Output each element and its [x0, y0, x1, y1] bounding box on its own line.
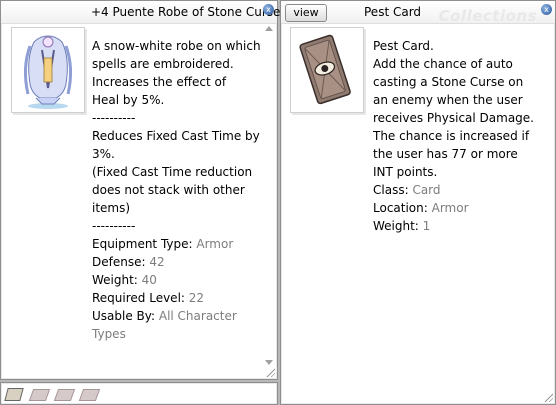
property-label: Location:: [373, 201, 432, 215]
description-line: items): [92, 201, 131, 215]
property-label: Defense:: [92, 255, 150, 269]
property-location: Location: Armor: [373, 199, 534, 217]
view-button[interactable]: view: [285, 4, 327, 22]
property-value: 42: [149, 255, 165, 269]
description-line: spells are embroidered.: [92, 57, 234, 71]
robe-icon: [23, 35, 73, 109]
close-icon[interactable]: x: [263, 4, 274, 15]
property-value: Card: [412, 183, 441, 197]
card-window-titlebar[interactable]: view Collections Pest Card x: [281, 1, 555, 25]
empty-card-slot[interactable]: [53, 389, 76, 401]
property-equipment-type: Equipment Type: Armor: [92, 235, 261, 253]
pest-card-icon: [299, 34, 351, 105]
property-value: Types: [92, 327, 126, 341]
property-value: Armor: [196, 237, 234, 251]
property-value: All Character: [158, 309, 237, 323]
description-line: an enemy when the user: [373, 93, 523, 107]
description-line: Heal by 5%.: [92, 93, 165, 107]
description-line: The chance is increased if: [373, 129, 530, 143]
item-window-titlebar[interactable]: +4 Puente Robe of Stone Curse x: [1, 1, 281, 24]
property-label: Class:: [373, 183, 413, 197]
description-line: receives Physical Damage.: [373, 111, 534, 125]
property-label: Usable By:: [92, 309, 159, 323]
card-info-window: view Collections Pest Card x Pest Card. …: [280, 0, 556, 405]
description-line: does not stack with other: [92, 183, 245, 197]
empty-card-slot[interactable]: [78, 389, 101, 401]
description-line: the user has 77 or more: [373, 147, 518, 161]
property-usable-by-cont: Types: [92, 325, 261, 343]
property-class: Class: Card: [373, 181, 534, 199]
close-icon[interactable]: x: [541, 4, 552, 15]
description-line: casting a Stone Curse on: [373, 75, 524, 89]
description-line: Reduces Fixed Cast Time by: [92, 129, 260, 143]
property-label: Equipment Type:: [92, 237, 197, 251]
separator-line: ----------: [92, 111, 136, 125]
property-weight: Weight: 1: [373, 217, 534, 235]
property-value: Armor: [431, 201, 469, 215]
property-weight: Weight: 40: [92, 271, 261, 289]
description-line: INT points.: [373, 165, 438, 179]
resize-grip-icon[interactable]: [543, 392, 553, 402]
resize-grip-icon[interactable]: [265, 367, 275, 377]
card-illustration: [290, 27, 364, 113]
card-description: Pest Card. Add the chance of auto castin…: [373, 37, 534, 235]
property-defense: Defense: 42: [92, 253, 261, 271]
empty-card-slot[interactable]: [28, 389, 51, 401]
property-usable-by: Usable By: All Character: [92, 307, 261, 325]
scroll-down-arrow[interactable]: [265, 360, 273, 365]
property-value: 40: [141, 273, 157, 287]
description-line: 3%.: [92, 147, 115, 161]
card-slot-bar: [0, 382, 278, 405]
property-required-level: Required Level: 22: [92, 289, 261, 307]
property-value: 22: [188, 291, 205, 305]
item-illustration: [11, 27, 85, 113]
collections-watermark: Collections: [438, 7, 537, 25]
item-info-window: +4 Puente Robe of Stone Curse x A snow-w…: [0, 0, 281, 380]
item-description: A snow-white robe on which spells are em…: [92, 37, 261, 343]
description-line: Add the chance of auto: [373, 57, 513, 71]
card-window-title: Pest Card: [364, 5, 422, 19]
description-line: Pest Card.: [373, 39, 434, 53]
property-label: Required Level:: [92, 291, 189, 305]
scroll-up-arrow[interactable]: [265, 26, 273, 31]
item-window-title: +4 Puente Robe of Stone Curse: [91, 5, 281, 19]
slotted-card-icon[interactable]: [4, 388, 24, 401]
property-label: Weight:: [373, 219, 423, 233]
description-line: (Fixed Cast Time reduction: [92, 165, 253, 179]
separator-line: ----------: [92, 219, 136, 233]
property-label: Weight:: [92, 273, 142, 287]
description-line: Increases the effect of: [92, 75, 227, 89]
description-line: A snow-white robe on which: [92, 39, 261, 53]
property-value: 1: [422, 219, 431, 233]
